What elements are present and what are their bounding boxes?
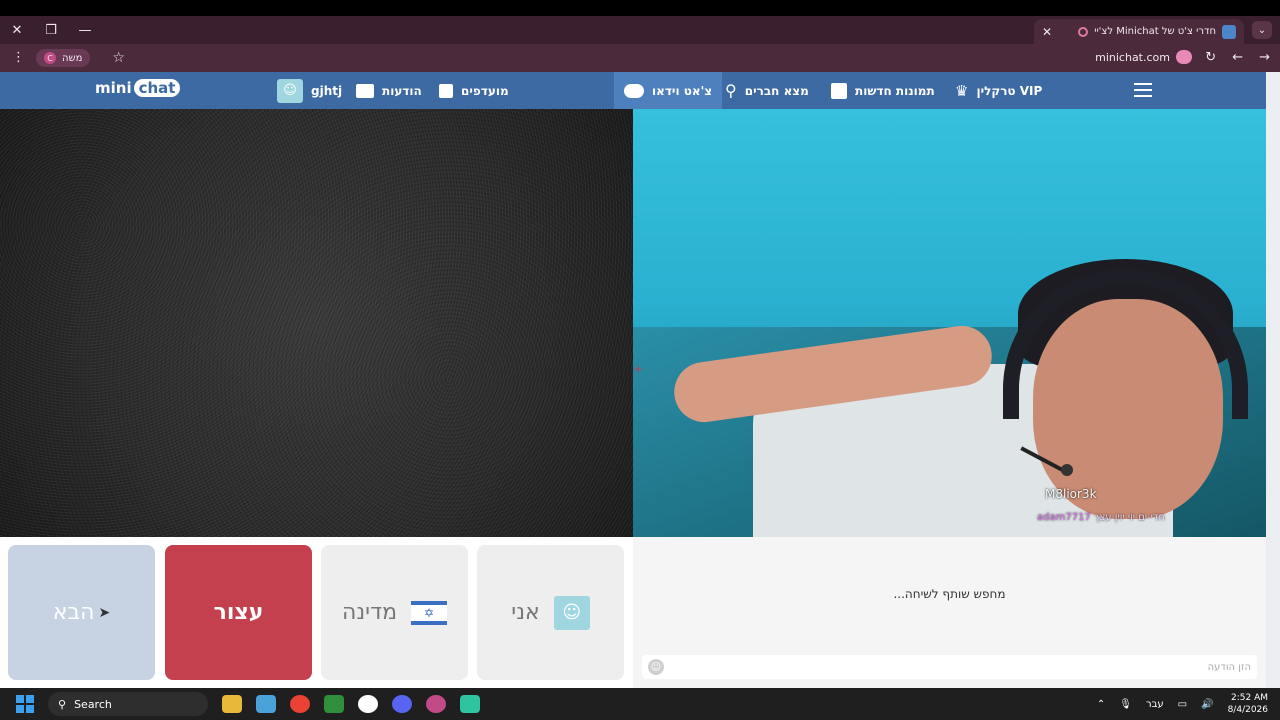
crown-icon: ♛ bbox=[955, 81, 969, 100]
input-language[interactable]: עבר bbox=[1146, 699, 1164, 710]
overlay-comment-text: חדי-ים יוי יוין עצך bbox=[1093, 512, 1165, 523]
chat-status: ...מחפש שותף לשיחה bbox=[893, 587, 1006, 601]
nav-vip-label: VIP טרקלין bbox=[976, 83, 1043, 98]
mouse-cursor-icon: ➤ bbox=[98, 604, 111, 621]
profile-avatar: C bbox=[44, 52, 56, 64]
clock-date: 8/4/2026 bbox=[1227, 705, 1268, 715]
microphone-icon[interactable]: 🎙 bbox=[1119, 699, 1132, 710]
browser-tab[interactable]: חדרי צ'ט של Minichat לצ'יי ✕ bbox=[1034, 19, 1244, 44]
recording-icon bbox=[1078, 26, 1089, 37]
top-border bbox=[0, 0, 1280, 16]
stop-button-label: עצור bbox=[213, 600, 264, 625]
overlay-comment: חדי-ים יוי יוין עצך adam7717 bbox=[1037, 512, 1165, 523]
discord-icon[interactable] bbox=[392, 695, 412, 713]
nav-messages-label: הודעות bbox=[382, 83, 422, 98]
video-chat-icon bbox=[624, 83, 644, 98]
reload-icon[interactable]: ↻ bbox=[1205, 50, 1216, 65]
file-explorer-icon[interactable] bbox=[222, 695, 242, 713]
terminal-icon[interactable] bbox=[324, 695, 344, 713]
country-label: מדינה bbox=[341, 600, 398, 625]
nav-vip-lounge[interactable]: VIP טרקלין ♛ bbox=[955, 72, 1042, 109]
browser-tab-strip: ✕ ❐ — + חדרי צ'ט של Minichat לצ'יי ✕ ⌄ bbox=[0, 16, 1280, 44]
photos-grid-icon bbox=[831, 82, 847, 99]
minimize-window-icon[interactable]: — bbox=[68, 16, 102, 44]
clock-time: 2:52 AM bbox=[1231, 693, 1268, 703]
address-bar: ⋮ C משה ☆ minichat.com ↻ ← → bbox=[0, 44, 1280, 72]
partner-name: M8lior3k bbox=[1045, 487, 1097, 501]
headset-mic-tip bbox=[1061, 464, 1073, 476]
emoji-icon[interactable]: ☺ bbox=[648, 659, 664, 675]
bookmark-star-icon[interactable]: ☆ bbox=[112, 50, 125, 66]
url-field[interactable]: minichat.com bbox=[1095, 50, 1192, 64]
url-text: minichat.com bbox=[1095, 50, 1170, 64]
me-label: אני bbox=[511, 600, 540, 625]
nav-new-photos-label: תמונות חדשות bbox=[855, 83, 935, 98]
page-scrollbar[interactable] bbox=[1266, 72, 1280, 688]
next-button[interactable]: הבא ➤ bbox=[8, 545, 155, 680]
nav-messages[interactable]: הודעות bbox=[356, 72, 422, 109]
user-avatar-icon: ☺ bbox=[553, 595, 590, 630]
search-icon: ⚲ bbox=[725, 81, 737, 100]
search-icon: ⚲ bbox=[58, 697, 67, 711]
chrome-profile-icon[interactable] bbox=[426, 695, 446, 713]
overlay-comment-user: adam7717 bbox=[1037, 512, 1091, 523]
chat-panel: ...מחפש שותף לשיחה הזן הודעה ☺ bbox=[633, 537, 1266, 688]
crosshair-icon: + bbox=[633, 362, 644, 376]
message-input[interactable]: הזן הודעה ☺ bbox=[642, 655, 1257, 679]
navigation-buttons: ↻ ← → bbox=[1205, 50, 1270, 65]
next-button-label: הבא bbox=[52, 600, 95, 625]
stop-button[interactable]: עצור bbox=[165, 545, 312, 680]
app-icon[interactable] bbox=[460, 695, 480, 713]
mail-icon[interactable] bbox=[256, 695, 276, 713]
tab-title: חדרי צ'ט של Minichat לצ'יי bbox=[1094, 26, 1216, 37]
nav-find-friends-label: מצא חברים bbox=[744, 83, 809, 98]
chrome-icon[interactable] bbox=[290, 695, 310, 713]
tab-search-chevron-icon[interactable]: ⌄ bbox=[1252, 21, 1272, 39]
hamburger-menu-icon[interactable] bbox=[1134, 83, 1152, 97]
volume-icon[interactable]: 🔊 bbox=[1201, 699, 1213, 710]
controls-area: הבא ➤ עצור מדינה ✡ אני ☺ ...מחפש שותף לש… bbox=[0, 537, 1266, 688]
israel-flag-icon: ✡ bbox=[411, 600, 448, 625]
display-icon[interactable]: ▭ bbox=[1178, 699, 1187, 710]
logo-mini-text: mini bbox=[95, 79, 132, 97]
clock[interactable]: 2:52 AM 8/4/2026 bbox=[1228, 692, 1268, 716]
partner-video: M8lior3k חדי-ים יוי יוין עצך adam7717 + bbox=[633, 109, 1266, 537]
nav-favorites-label: מועדפים bbox=[461, 83, 509, 98]
back-icon[interactable]: → bbox=[1259, 50, 1270, 65]
obs-icon[interactable] bbox=[358, 695, 378, 713]
country-filter-button[interactable]: מדינה ✡ bbox=[321, 545, 468, 680]
user-avatar-icon: ☺ bbox=[277, 78, 303, 103]
windows-taskbar: ⚲ Search ⌃ 🎙 עבר ▭ 🔊 2:52 AM 8/4/2026 bbox=[0, 688, 1280, 720]
bookmark-icon bbox=[439, 83, 453, 98]
local-video-static bbox=[0, 109, 633, 537]
minichat-logo[interactable]: mini chat bbox=[95, 79, 181, 97]
close-tab-icon[interactable]: ✕ bbox=[1042, 25, 1052, 39]
profile-chip[interactable]: C משה bbox=[36, 49, 91, 67]
nav-find-friends[interactable]: מצא חברים ⚲ bbox=[725, 72, 809, 109]
username: gjhtj bbox=[311, 83, 343, 98]
taskbar-search-label: Search bbox=[74, 697, 112, 711]
minichat-favicon-icon bbox=[1222, 24, 1236, 39]
system-tray: ⌃ 🎙 עבר ▭ 🔊 2:52 AM 8/4/2026 bbox=[1097, 692, 1268, 716]
restore-window-icon[interactable]: ❐ bbox=[34, 16, 68, 44]
close-window-icon[interactable]: ✕ bbox=[0, 16, 34, 44]
me-gender-button[interactable]: אני ☺ bbox=[477, 545, 624, 680]
user-profile-link[interactable]: gjhtj ☺ bbox=[277, 72, 342, 109]
taskbar-search[interactable]: ⚲ Search bbox=[48, 692, 208, 716]
logo-chat-text: chat bbox=[133, 79, 181, 97]
camera-in-use-icon[interactable] bbox=[1176, 50, 1192, 64]
forward-icon[interactable]: ← bbox=[1232, 50, 1243, 65]
nav-new-photos[interactable]: תמונות חדשות bbox=[831, 72, 935, 109]
profile-name: משה bbox=[62, 52, 83, 64]
envelope-icon bbox=[356, 83, 374, 98]
nav-video-chat[interactable]: צ'אט וידאו bbox=[614, 72, 723, 109]
nav-favorites[interactable]: מועדפים bbox=[439, 72, 509, 109]
site-header: mini chat gjhtj ☺ הודעות מועדפים צ'אט וי… bbox=[0, 72, 1266, 109]
message-placeholder: הזן הודעה bbox=[1207, 661, 1251, 673]
menu-dots-icon[interactable]: ⋮ bbox=[12, 50, 25, 65]
nav-video-chat-label: צ'אט וידאו bbox=[652, 83, 713, 98]
chevron-up-icon[interactable]: ⌃ bbox=[1097, 699, 1105, 710]
windows-start-icon[interactable] bbox=[16, 695, 34, 713]
